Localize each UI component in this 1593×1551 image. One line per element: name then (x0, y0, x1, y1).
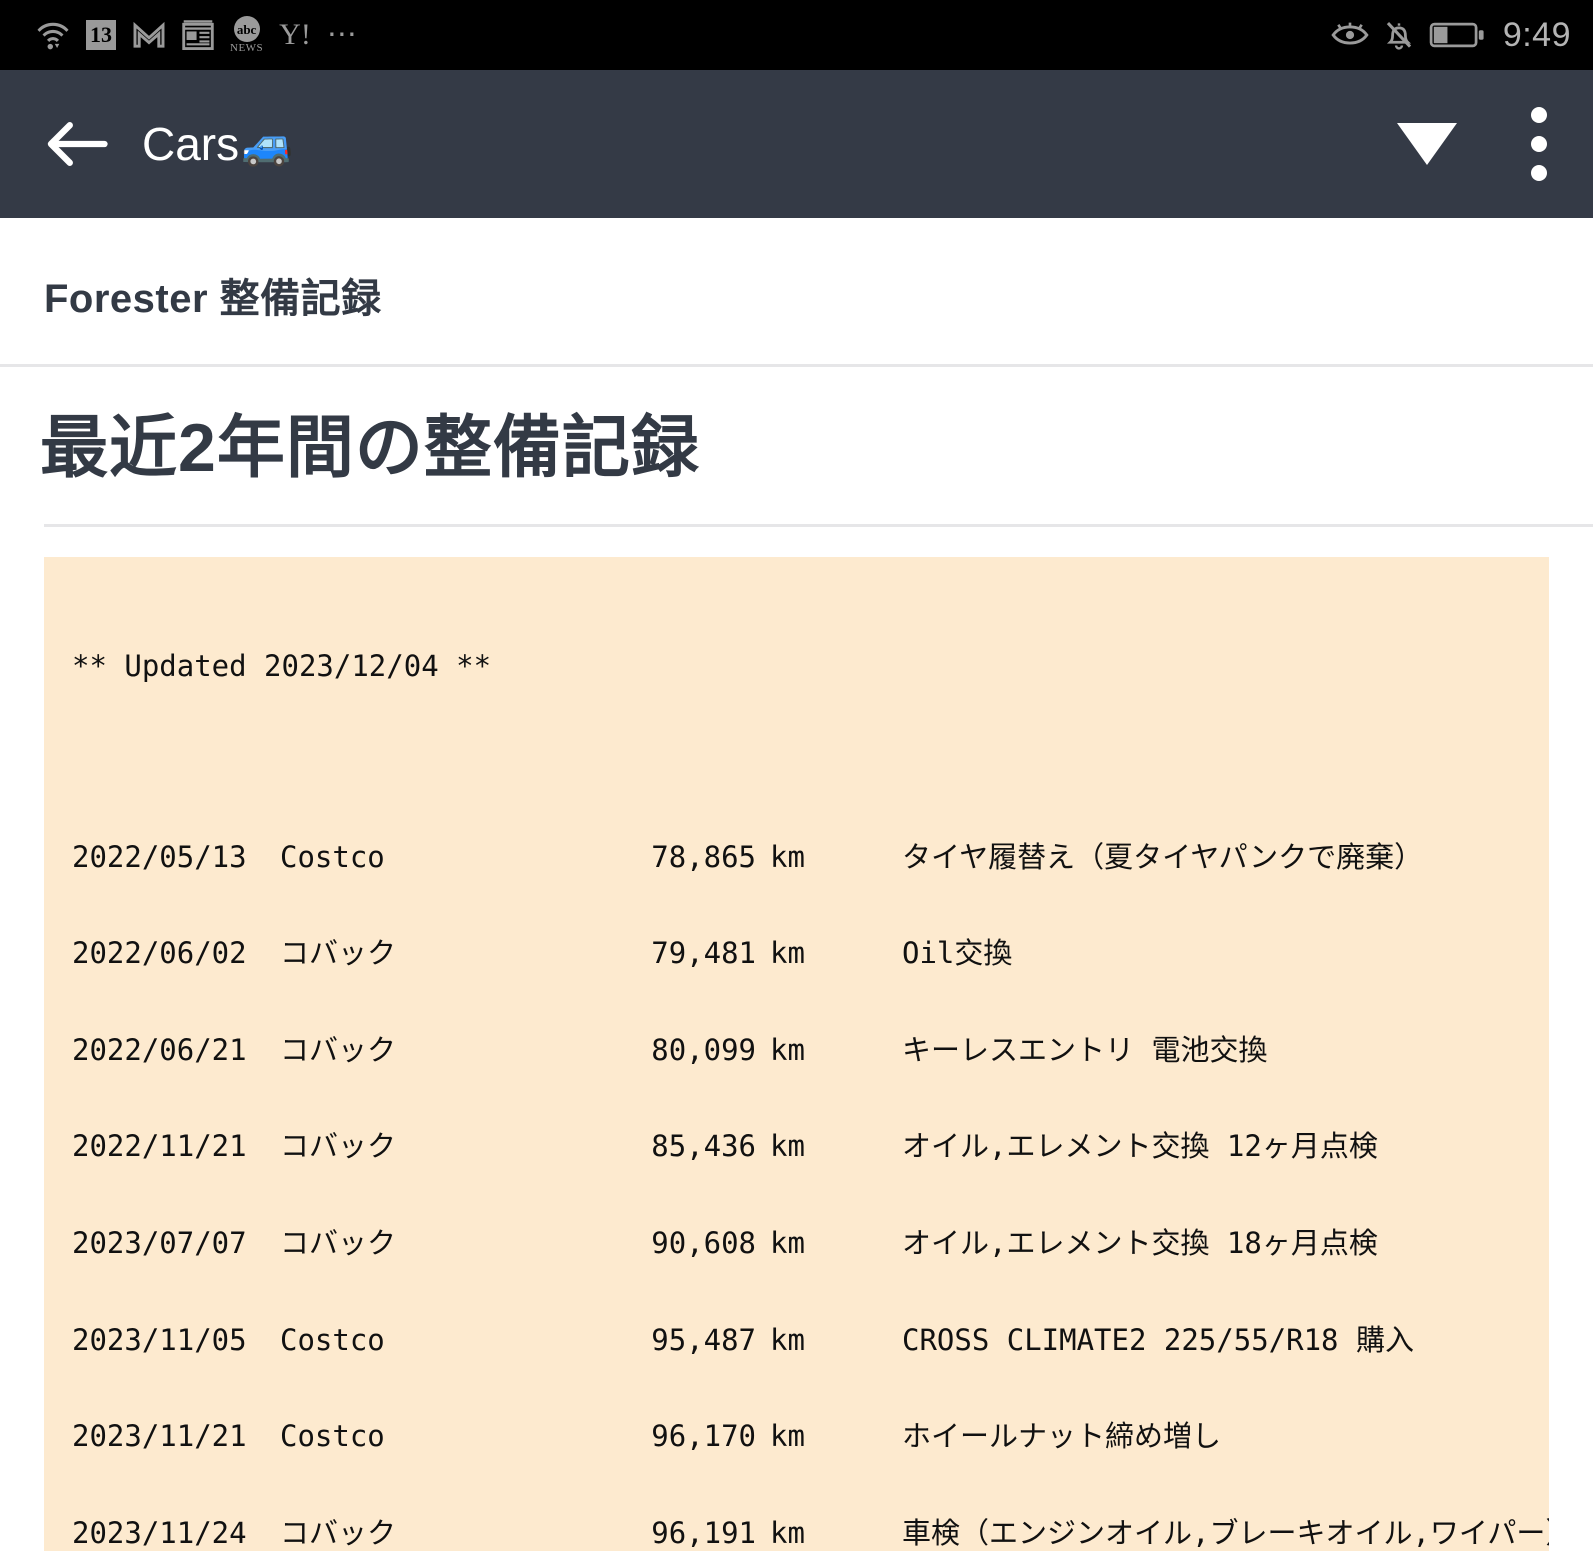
row-odometer: 96,170 (651, 1419, 756, 1454)
row-shop: Costco (280, 1419, 385, 1454)
more-notifications-icon: ⋯ (326, 18, 360, 51)
row-odometer: 96,191 (651, 1515, 756, 1550)
row-shop: コバック (280, 1032, 397, 1067)
toolbar-title-text: Cars (142, 118, 240, 170)
status-bar: 13 abc NEWS Y! ⋯ 9:49 (0, 0, 1593, 70)
row-date: 2023/11/24 (72, 1515, 247, 1550)
table-row: 2022/11/21 コバック 85,436 km オイル,エレメント交換 12… (44, 1130, 1549, 1162)
table-row: 2022/06/21 コバック 80,099 km キーレスエントリ 電池交換 (44, 1034, 1549, 1066)
battery-icon (1429, 20, 1485, 50)
wifi-icon (36, 20, 70, 50)
row-odometer: 80,099 (651, 1032, 756, 1067)
overflow-dot (1531, 107, 1547, 123)
row-date: 2023/07/07 (72, 1225, 247, 1260)
table-row: 2023/11/05 Costco 95,487 km CROSS CLIMAT… (44, 1322, 1549, 1357)
row-unit: km (770, 1322, 805, 1357)
row-shop: Costco (280, 839, 385, 874)
back-button[interactable] (40, 107, 114, 181)
status-bar-system-icons: 9:49 (1331, 16, 1571, 55)
row-description: タイヤ履替え（夏タイヤパンクで廃棄） (902, 839, 1424, 874)
table-row: 2022/06/02 コバック 79,481 km Oil交換 (44, 937, 1549, 969)
row-description: キーレスエントリ 電池交換 (902, 1032, 1268, 1067)
row-date: 2023/11/21 (72, 1419, 247, 1454)
row-unit: km (770, 1129, 805, 1164)
clock-time: 9:49 (1502, 15, 1571, 54)
row-unit: km (770, 1225, 805, 1260)
eye-icon (1331, 21, 1369, 49)
row-description: オイル,エレメント交換 12ヶ月点検 (902, 1129, 1378, 1164)
heading-divider (44, 524, 1593, 528)
row-date: 2022/11/21 (72, 1129, 247, 1164)
row-description: Oil交換 (902, 936, 1013, 971)
row-unit: km (770, 936, 805, 971)
row-description: CROSS CLIMATE2 225/55/R18 購入 (902, 1322, 1414, 1357)
row-odometer: 90,608 (651, 1225, 756, 1260)
more-vertical-icon[interactable] (1515, 99, 1563, 189)
row-date: 2022/05/13 (72, 839, 247, 874)
row-date: 2023/11/05 (72, 1322, 247, 1357)
row-shop: コバック (280, 1515, 397, 1550)
row-description: オイル,エレメント交換 18ヶ月点検 (902, 1225, 1378, 1260)
toolbar-title: Cars 🚙 (142, 117, 293, 171)
news-app-icon (182, 20, 214, 50)
bell-off-icon (1383, 19, 1415, 51)
note-content: Forester 整備記録 最近2年間の整備記録 ** Updated 2023… (0, 218, 1593, 1551)
note-file-title: Forester 整備記録 (44, 277, 382, 321)
codeblock-updated-line: ** Updated 2023/12/04 ** (72, 648, 492, 683)
row-shop: Costco (280, 1322, 385, 1357)
car-emoji-icon: 🚙 (241, 120, 294, 167)
app-badge-13-icon: 13 (86, 20, 116, 50)
row-odometer: 85,436 (651, 1129, 756, 1164)
row-shop: コバック (280, 1129, 397, 1164)
row-odometer: 79,481 (651, 936, 756, 971)
section-heading-1: 最近2年間の整備記録 (40, 410, 700, 486)
table-row: 2023/07/07 コバック 90,608 km オイル,エレメント交換 18… (44, 1227, 1549, 1259)
row-unit: km (770, 1419, 805, 1454)
row-description: 車検（エンジンオイル,ブレーキオイル,ワイパー） (902, 1515, 1549, 1550)
row-unit: km (770, 1032, 805, 1067)
row-date: 2022/06/02 (72, 936, 247, 971)
row-odometer: 95,487 (651, 1322, 756, 1357)
codeblock-rows: 2022/05/13 Costco 78,865 km タイヤ履替え（夏タイヤパ… (44, 776, 1549, 1551)
row-odometer: 78,865 (651, 839, 756, 874)
overflow-dot (1531, 136, 1547, 152)
row-unit: km (770, 839, 805, 874)
row-date: 2022/06/21 (72, 1032, 247, 1067)
yahoo-icon: Y! (279, 18, 311, 51)
overflow-dot (1531, 165, 1547, 181)
app-toolbar: Cars 🚙 (0, 70, 1593, 218)
table-row: 2023/11/21 Costco 96,170 km ホイールナット締め増し (44, 1420, 1549, 1452)
gmail-icon (132, 21, 166, 49)
maintenance-log-codeblock: ** Updated 2023/12/04 ** 2022/05/13 Cost… (44, 557, 1549, 1551)
caret-down-icon[interactable] (1397, 123, 1457, 165)
abc-news-icon: abc NEWS (230, 16, 263, 54)
row-unit: km (770, 1515, 805, 1550)
table-row: 2023/11/24 コバック 96,191 km 車検（エンジンオイル,ブレー… (44, 1515, 1549, 1550)
row-shop: コバック (280, 1225, 397, 1260)
status-bar-notification-icons: 13 abc NEWS Y! ⋯ (36, 16, 360, 54)
table-row: 2022/05/13 Costco 78,865 km タイヤ履替え（夏タイヤパ… (44, 841, 1549, 873)
row-shop: コバック (280, 936, 397, 971)
arrow-left-icon (47, 122, 108, 166)
row-description: ホイールナット締め増し (902, 1419, 1222, 1454)
